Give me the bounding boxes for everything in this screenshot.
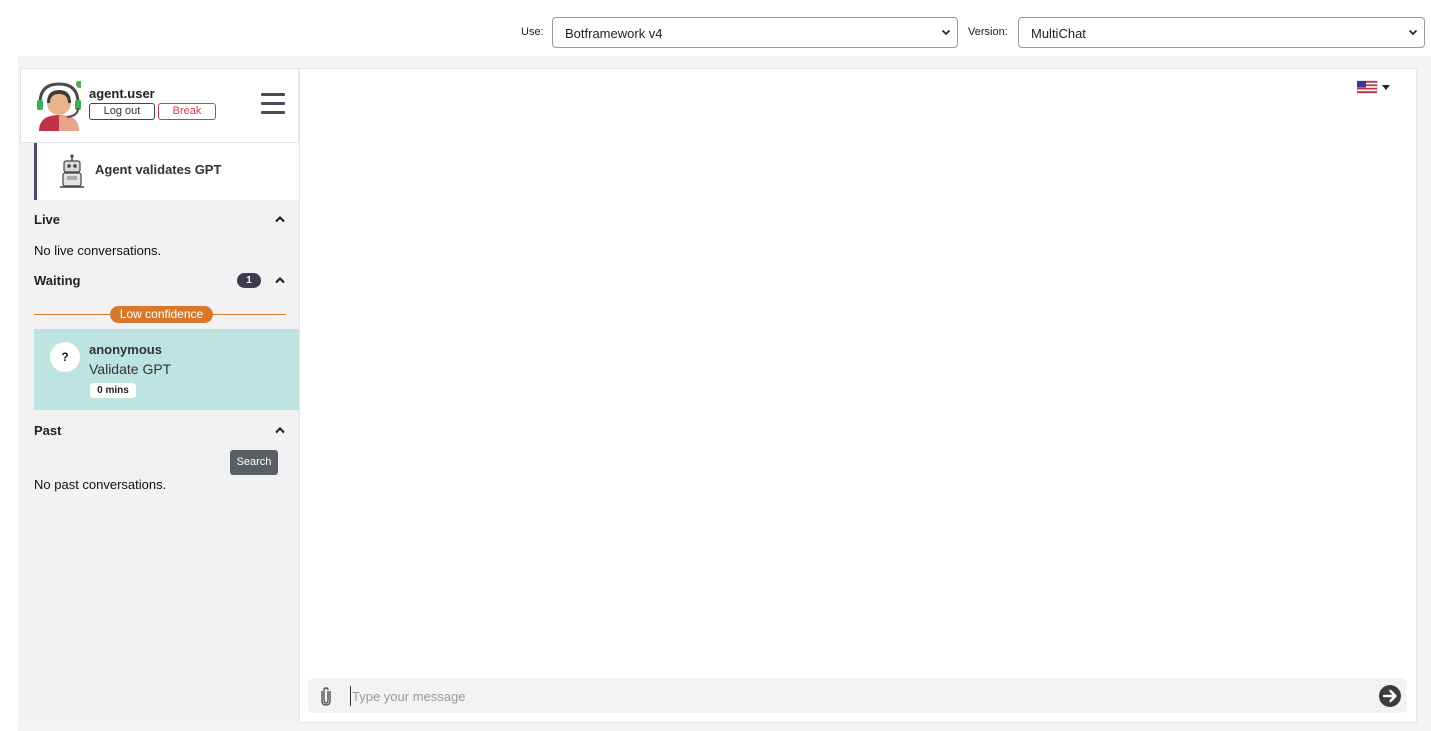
agent-card: agent.user Log out Break	[20, 68, 299, 143]
logout-button[interactable]: Log out	[89, 103, 155, 120]
anonymous-avatar: ?	[50, 342, 80, 372]
chat-panel	[299, 68, 1417, 723]
us-flag-icon	[1356, 80, 1390, 94]
waiting-section-title: Waiting	[34, 273, 81, 288]
past-section-title: Past	[34, 423, 62, 438]
agent-avatar-icon	[37, 81, 81, 131]
waiting-count-badge: 1	[237, 273, 261, 288]
live-empty-text: No live conversations.	[34, 243, 162, 258]
chevron-up-icon[interactable]	[274, 214, 286, 224]
caret-down-icon	[1382, 85, 1390, 90]
agent-name: agent.user	[89, 86, 155, 101]
bot-label: Agent validates GPT	[95, 162, 222, 177]
past-search-button[interactable]: Search	[230, 450, 278, 475]
live-section-title: Live	[34, 212, 61, 227]
version-select[interactable]: MultiChat	[1018, 17, 1425, 48]
send-arrow-icon[interactable]	[1378, 684, 1402, 708]
chevron-up-icon[interactable]	[274, 425, 286, 435]
use-select[interactable]: Botframework v4	[552, 17, 958, 48]
use-label: Use:	[521, 26, 544, 38]
live-section-header[interactable]: Live	[34, 212, 289, 227]
low-confidence-label: Low confidence	[110, 306, 213, 323]
break-button[interactable]: Break	[158, 103, 216, 120]
robot-icon	[60, 154, 84, 188]
bot-selector[interactable]: Agent validates GPT	[34, 143, 299, 200]
chevron-down-icon	[1408, 29, 1418, 36]
waiting-conversation-item[interactable]: ? anonymous Validate GPT 0 mins	[34, 329, 299, 410]
top-bar: Use: Botframework v4 Version: MultiChat	[0, 0, 1431, 56]
past-section-header[interactable]: Past	[34, 423, 289, 438]
version-select-value: MultiChat	[1031, 26, 1086, 41]
menu-icon[interactable]	[261, 93, 285, 115]
conversation-wait-time: 0 mins	[90, 383, 136, 398]
language-selector[interactable]	[1356, 80, 1393, 94]
online-status-dot	[76, 81, 81, 88]
conversation-user-name: anonymous	[89, 342, 162, 357]
past-empty-text: No past conversations.	[34, 477, 167, 492]
chevron-down-icon	[941, 29, 951, 36]
chevron-up-icon[interactable]	[274, 275, 286, 285]
paperclip-icon[interactable]	[320, 686, 332, 706]
use-select-value: Botframework v4	[565, 26, 663, 41]
version-label: Version:	[968, 26, 1008, 38]
conversation-last-message: Validate GPT	[89, 361, 172, 377]
message-input[interactable]	[350, 686, 1350, 706]
message-composer	[308, 678, 1407, 713]
